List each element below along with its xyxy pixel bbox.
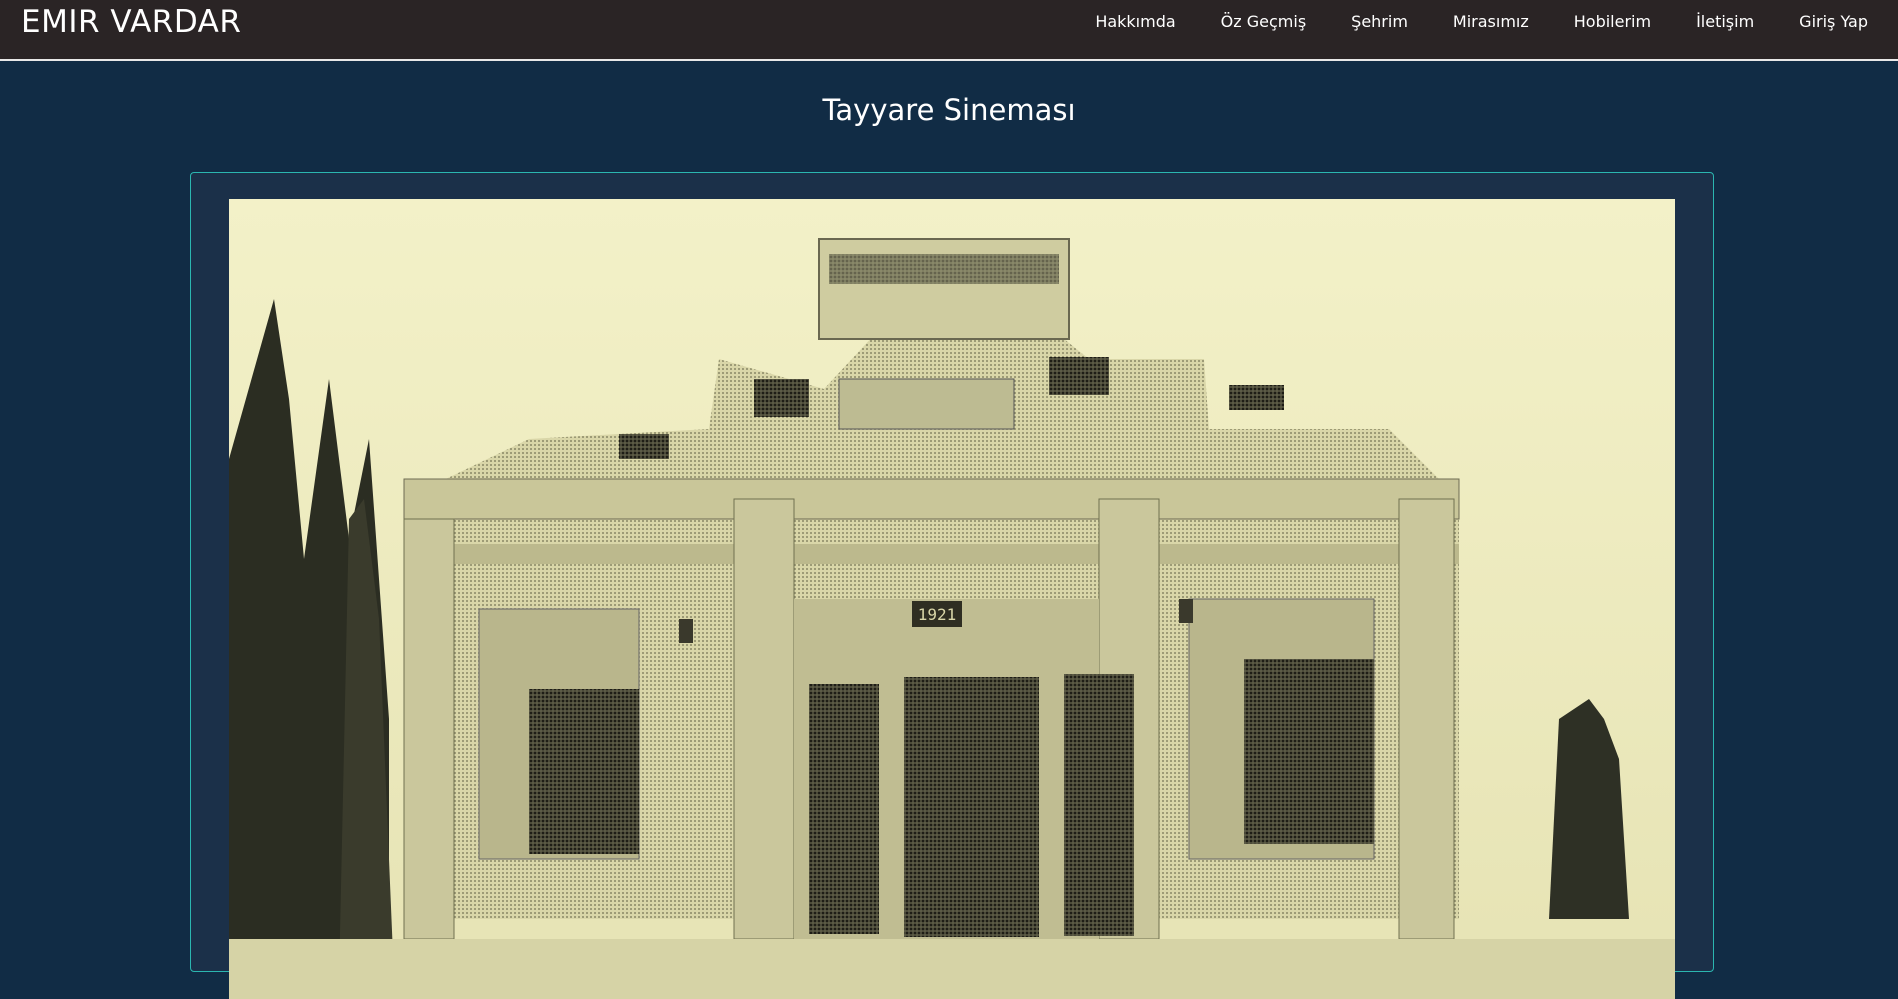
nav-link-giris-yap[interactable]: Giriş Yap xyxy=(1799,12,1868,31)
photo-card: 1921 xyxy=(190,172,1714,999)
photo-illustration: 1921 xyxy=(229,199,1675,999)
nav-link-sehrim[interactable]: Şehrim xyxy=(1351,12,1408,31)
brand-logo-link[interactable]: EMIR VARDAR xyxy=(21,4,241,40)
nav-link-hakkimda[interactable]: Hakkımda xyxy=(1095,12,1175,31)
nav-link-iletisim[interactable]: İletişim xyxy=(1696,12,1754,31)
top-navbar: EMIR VARDAR Hakkımda Öz Geçmiş Şehrim Mi… xyxy=(0,0,1898,61)
year-plaque-text: 1921 xyxy=(918,605,957,624)
nav-link-hobilerim[interactable]: Hobilerim xyxy=(1574,12,1651,31)
cinema-building-photo: 1921 xyxy=(229,199,1675,999)
nav-link-mirasimiz[interactable]: Mirasımız xyxy=(1453,12,1529,31)
main-nav: Hakkımda Öz Geçmiş Şehrim Mirasımız Hobi… xyxy=(1050,12,1868,31)
nav-link-oz-gecmis[interactable]: Öz Geçmiş xyxy=(1221,12,1306,31)
page-title: Tayyare Sineması xyxy=(822,93,1076,127)
